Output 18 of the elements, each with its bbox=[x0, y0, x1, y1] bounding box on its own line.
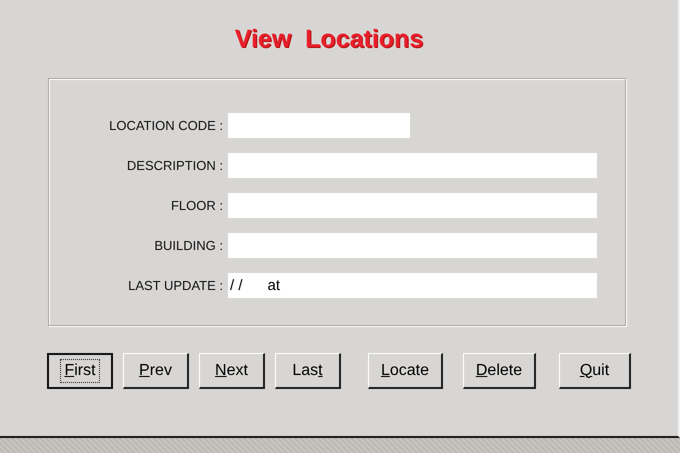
input-field[interactable] bbox=[228, 153, 597, 178]
action-button[interactable]: Prev bbox=[123, 353, 189, 389]
action-button[interactable]: Locate bbox=[368, 353, 443, 389]
field-label: FLOOR : bbox=[170, 198, 224, 213]
action-button[interactable]: Last bbox=[275, 353, 341, 389]
field-label: LOCATION CODE : bbox=[108, 118, 224, 133]
field-label: BUILDING : bbox=[153, 238, 224, 253]
window-title: View Locations bbox=[234, 24, 424, 54]
input-field[interactable] bbox=[228, 193, 597, 218]
input-field[interactable] bbox=[228, 233, 597, 258]
action-button[interactable]: Delete bbox=[463, 353, 536, 389]
field-label: LAST UPDATE : bbox=[127, 278, 224, 293]
input-field[interactable]: / / at bbox=[228, 273, 597, 298]
input-field[interactable] bbox=[228, 113, 410, 138]
field-label: DESCRIPTION : bbox=[126, 158, 224, 173]
action-button[interactable]: Quit bbox=[559, 353, 631, 389]
action-button[interactable]: Next bbox=[199, 353, 265, 389]
action-button[interactable]: First bbox=[47, 353, 113, 389]
